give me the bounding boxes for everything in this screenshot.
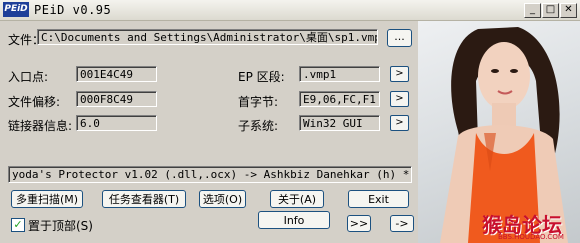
task-viewer-button[interactable]: 任务查看器(T) [102,190,186,208]
first-bytes-arrow-button[interactable]: > [390,91,409,107]
file-path-field[interactable]: C:\Documents and Settings\Administrator\… [37,29,378,45]
maximize-button[interactable]: □ [542,3,559,18]
info-button[interactable]: Info [258,211,330,229]
peid-app-icon: PEiD [3,2,29,17]
subsystem-field[interactable]: Win32 GUI [299,115,380,131]
multi-scan-button[interactable]: 多重扫描(M) [11,190,83,208]
always-on-top-checkbox[interactable]: ✓ [11,218,25,232]
exit-button[interactable]: Exit [348,190,409,208]
ep-section-arrow-button[interactable]: > [390,66,409,82]
title-bar: PEiD PEiD v0.95 _ □ ✕ [0,0,580,21]
first-bytes-field[interactable]: E9,06,FC,F1 [299,91,380,107]
subsystem-arrow-button[interactable]: > [390,115,409,131]
linker-info-label: 链接器信息: [8,119,73,133]
subsystem-label: 子系统: [238,119,279,133]
entry-point-field[interactable]: 001E4C49 [76,66,157,82]
file-offset-field[interactable]: 000F8C49 [76,91,157,107]
detection-result-field[interactable]: yoda's Protector v1.02 (.dll,.ocx) -> As… [8,166,412,183]
linker-info-field[interactable]: 6.0 [76,115,157,131]
ep-section-label: EP 区段: [238,70,285,84]
entry-point-label: 入口点: [8,70,49,84]
window-title: PEiD v0.95 [34,3,112,17]
minimize-button[interactable]: _ [524,3,541,18]
skin-photo: 猴岛论坛 BBS.HOUDAO.COM [418,21,580,243]
options-button[interactable]: 选项(O) [199,190,246,208]
close-button[interactable]: ✕ [560,3,577,18]
watermark-url: BBS.HOUDAO.COM [498,233,564,241]
always-on-top-label[interactable]: 置于顶部(S) [28,217,93,234]
first-bytes-label: 首字节: [238,95,279,109]
browse-button[interactable]: ... [387,29,412,47]
ep-section-field[interactable]: .vmp1 [299,66,380,82]
go-button[interactable]: -> [390,215,414,232]
next-button[interactable]: >> [347,215,371,232]
about-button[interactable]: 关于(A) [270,190,324,208]
file-offset-label: 文件偏移: [8,95,61,109]
